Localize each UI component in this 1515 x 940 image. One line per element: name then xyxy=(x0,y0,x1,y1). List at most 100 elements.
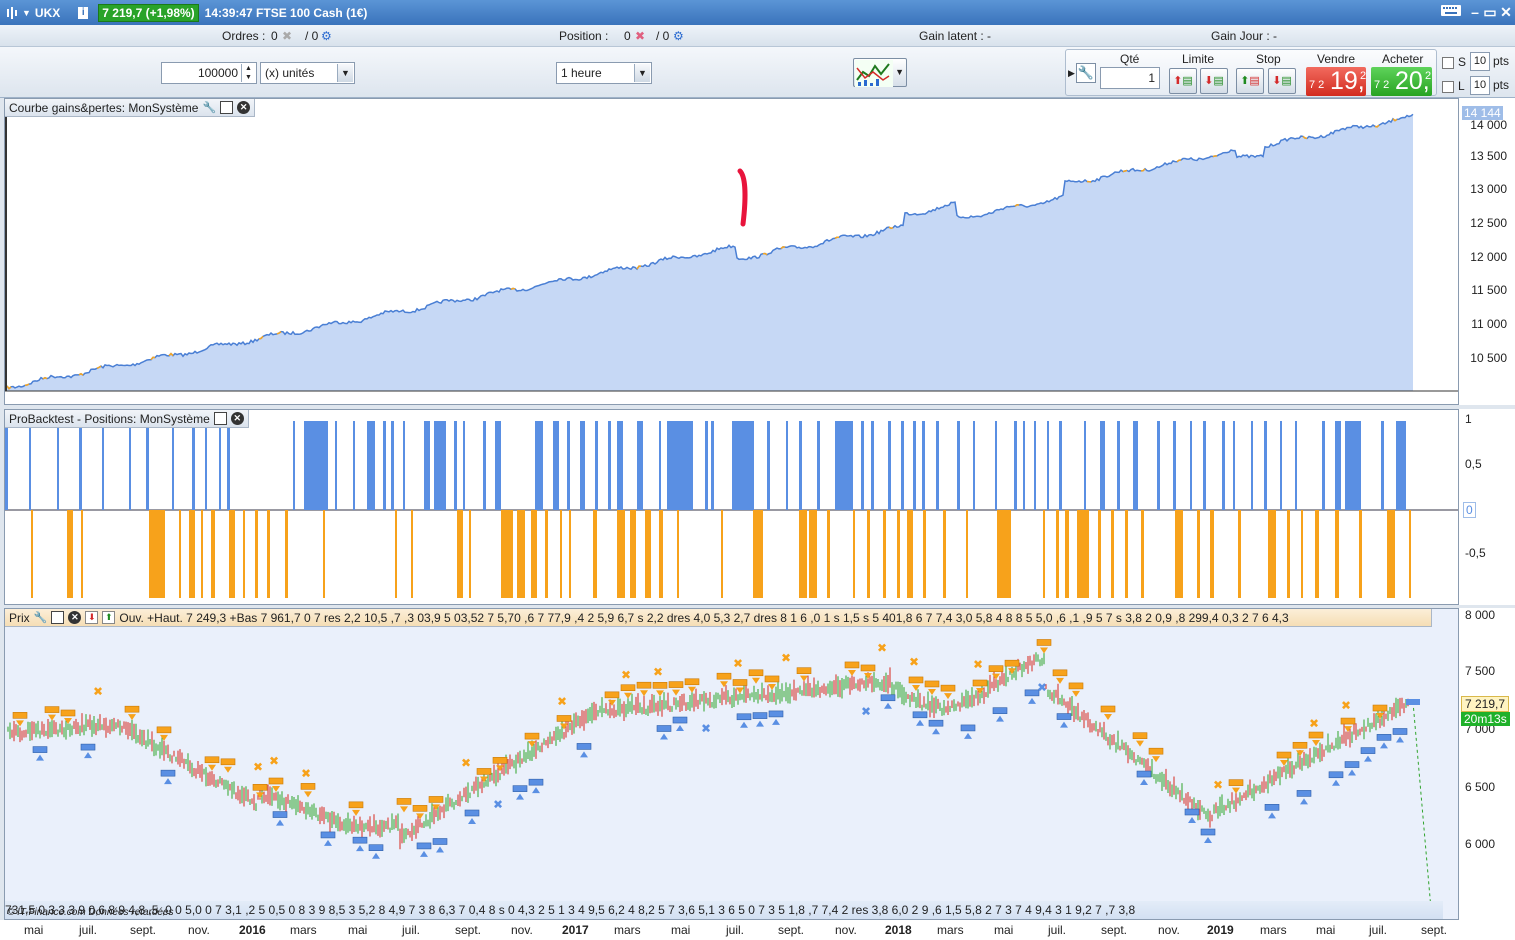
close-icon[interactable]: ✕ xyxy=(1497,3,1515,21)
window-icon[interactable] xyxy=(213,412,227,425)
buy-arrow-icon xyxy=(1380,742,1388,749)
position-settings-icon[interactable]: ⚙ xyxy=(673,29,684,43)
stop-sell-button[interactable]: ⬇▤ xyxy=(1268,68,1296,94)
short-position-bar xyxy=(531,510,537,598)
sell-arrow-icon xyxy=(1072,690,1080,697)
limit-label: Limite xyxy=(1182,52,1215,66)
long-position-bar xyxy=(1381,421,1384,510)
short-position-bar xyxy=(1409,510,1411,598)
close-icon[interactable]: ✕ xyxy=(237,101,251,114)
sell-arrow-icon xyxy=(1280,760,1288,767)
buy-arrow-icon xyxy=(996,715,1004,722)
long-position-bar xyxy=(732,421,754,510)
orders-total: / 0 xyxy=(305,29,319,43)
long-position-bar xyxy=(888,421,891,510)
sell-arrow-icon xyxy=(608,699,616,706)
date-label: sept. xyxy=(130,923,157,937)
expand-arrow-icon[interactable]: ▶ xyxy=(1068,68,1075,79)
date-label: mai xyxy=(24,923,44,937)
sell-button[interactable]: 7 2 19, 2 xyxy=(1306,67,1366,96)
chevron-down-icon[interactable]: ▼ xyxy=(634,64,650,82)
short-position-bar xyxy=(229,510,235,598)
exit-x-icon: ✖ xyxy=(621,668,631,682)
chevron-down-icon[interactable]: ▼ xyxy=(337,64,353,82)
sell-marker xyxy=(1228,779,1244,786)
long-position-bar xyxy=(1100,421,1105,510)
buy-marker xyxy=(960,724,976,732)
sell-arrow-icon xyxy=(992,673,1000,680)
short-position-bar xyxy=(883,510,886,598)
short-position-bar xyxy=(1359,510,1362,598)
wrench-icon[interactable]: 🔧 xyxy=(202,99,216,117)
sell-arrow-icon xyxy=(1152,756,1160,763)
limit-pts-input[interactable]: 10 xyxy=(1470,76,1490,95)
limit-sell-button[interactable]: ⬇▤ xyxy=(1200,68,1228,94)
sell-marker xyxy=(1292,741,1308,749)
long-position-bar xyxy=(367,421,375,510)
date-label: mars xyxy=(937,923,964,937)
quantity-input[interactable]: 100000 ▲ ▼ xyxy=(161,62,257,84)
date-label: mars xyxy=(614,923,641,937)
buy-arrow-icon xyxy=(420,850,428,857)
stop-buy-button[interactable]: ⬆▤ xyxy=(1236,68,1264,94)
buy-order-icon[interactable]: ⬆ xyxy=(102,611,116,624)
limit-pts-value: 10 xyxy=(1473,79,1487,91)
wrench-icon[interactable]: 🔧 xyxy=(34,609,48,626)
sell-marker xyxy=(44,706,60,713)
long-position-bar xyxy=(786,421,788,510)
unit-select[interactable]: (x) unités ▼ xyxy=(260,62,355,84)
buy-marker xyxy=(80,743,96,751)
date-label: mai xyxy=(348,923,368,937)
date-axis: mai juil. sept. nov. 2016 mars mai juil.… xyxy=(0,920,1515,940)
buy-marker xyxy=(752,712,768,719)
limit-checkbox[interactable] xyxy=(1442,81,1454,93)
qty-input[interactable]: 1 xyxy=(1100,67,1160,89)
buy-arrow-icon xyxy=(356,845,364,852)
indicator-button[interactable]: ▼ xyxy=(853,58,907,87)
buy-price-prefix: 7 2 xyxy=(1374,79,1390,91)
sell-order-icon[interactable]: ⬇ xyxy=(85,611,99,624)
buy-arrow-icon xyxy=(1364,755,1372,762)
stop-pts-input[interactable]: 10 xyxy=(1470,52,1490,71)
close-icon[interactable]: ✕ xyxy=(230,412,244,425)
long-position-bar xyxy=(192,421,195,510)
stop-checkbox[interactable] xyxy=(1442,57,1454,69)
quantity-stepper[interactable]: ▲ ▼ xyxy=(241,64,255,82)
window-icon[interactable] xyxy=(51,611,65,624)
keyboard-icon[interactable] xyxy=(1440,3,1462,21)
orders-settings-icon[interactable]: ⚙ xyxy=(321,29,332,43)
chart-icon[interactable] xyxy=(6,6,18,20)
window-icon[interactable] xyxy=(220,101,234,114)
buy-marker xyxy=(656,725,672,732)
wrench-icon[interactable]: 🔧 xyxy=(1076,63,1096,83)
sell-marker xyxy=(652,682,668,689)
long-position-bar xyxy=(79,421,82,510)
limit-buy-button[interactable]: ⬆▤ xyxy=(1169,68,1197,94)
position-cancel-icon[interactable]: ✖ xyxy=(635,29,645,43)
chevron-down-icon[interactable]: ▼ xyxy=(895,67,904,77)
timeframe-select[interactable]: 1 heure ▼ xyxy=(556,62,652,84)
short-position-bar xyxy=(1238,510,1241,598)
exit-x-icon: ✖ xyxy=(653,665,663,679)
short-position-bar xyxy=(1175,510,1183,598)
date-label: juil. xyxy=(726,923,745,937)
sell-marker xyxy=(12,712,28,719)
price-axis-label: 6 500 xyxy=(1465,780,1496,794)
buy-marker xyxy=(416,842,432,850)
symbol-dropdown-icon[interactable]: ▼ xyxy=(22,8,31,18)
orders-cancel-icon[interactable]: ✖ xyxy=(282,29,292,43)
sell-marker xyxy=(428,796,444,803)
info-icon[interactable]: i xyxy=(78,6,89,19)
buy-arrow-icon xyxy=(1204,837,1212,844)
buy-button[interactable]: 7 2 20, 2 xyxy=(1371,67,1432,96)
long-position-bar xyxy=(667,421,693,510)
buy-marker xyxy=(1376,734,1392,741)
sell-marker xyxy=(764,675,780,683)
short-position-bar xyxy=(1315,510,1319,598)
long-position-bar xyxy=(595,421,598,510)
stop-pts-value: 10 xyxy=(1473,55,1487,67)
position-label: Position : xyxy=(559,29,609,43)
buy-marker xyxy=(32,746,48,753)
symbol-label[interactable]: UKX xyxy=(35,6,60,20)
close-icon[interactable]: ✕ xyxy=(68,611,82,624)
